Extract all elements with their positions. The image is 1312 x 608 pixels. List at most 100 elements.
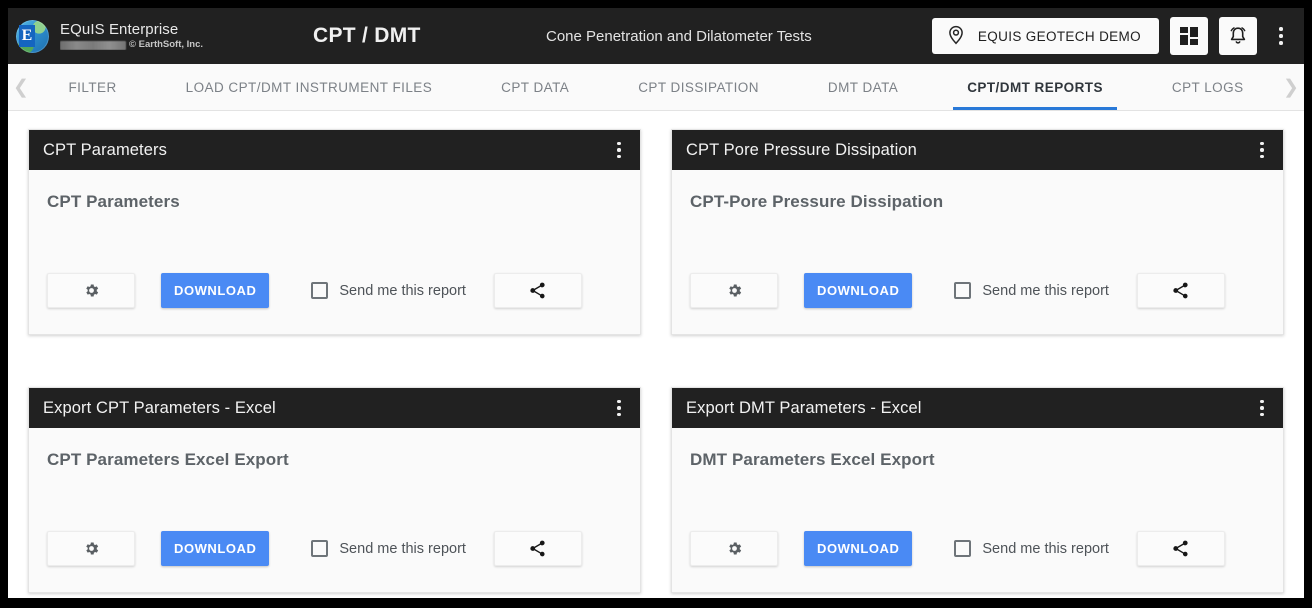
report-name: CPT Parameters Excel Export bbox=[47, 450, 622, 470]
kebab-dot bbox=[1260, 406, 1264, 410]
card-overflow-menu-button[interactable] bbox=[607, 135, 631, 165]
gear-icon bbox=[83, 282, 100, 299]
share-button[interactable] bbox=[1137, 531, 1225, 566]
tab-bar: ❮ FILTER LOAD CPT/DMT INSTRUMENT FILES C… bbox=[8, 64, 1304, 111]
download-button[interactable]: DOWNLOAD bbox=[161, 273, 269, 308]
kebab-dot bbox=[1260, 155, 1264, 159]
card-overflow-menu-button[interactable] bbox=[1250, 393, 1274, 423]
send-me-report-label: Send me this report bbox=[339, 541, 466, 557]
report-settings-button[interactable] bbox=[47, 531, 135, 566]
card-actions: DOWNLOAD Send me this report bbox=[47, 531, 622, 566]
tab-cpt-dissipation[interactable]: CPT DISSIPATION bbox=[624, 64, 773, 110]
top-bar-overflow-menu-button[interactable] bbox=[1268, 17, 1294, 55]
report-name: DMT Parameters Excel Export bbox=[690, 450, 1265, 470]
kebab-dot bbox=[1260, 413, 1264, 417]
brand-text: EQuIS Enterprise © EarthSoft, Inc. bbox=[60, 22, 203, 51]
location-pin-icon bbox=[945, 24, 967, 48]
facility-name: EQUIS GEOTECH DEMO bbox=[978, 29, 1141, 44]
top-bar-actions: EQUIS GEOTECH DEMO bbox=[932, 17, 1294, 55]
report-settings-button[interactable] bbox=[690, 273, 778, 308]
share-icon bbox=[528, 281, 547, 300]
send-me-report-checkbox[interactable] bbox=[954, 540, 971, 557]
gear-icon bbox=[726, 282, 743, 299]
report-name: CPT-Pore Pressure Dissipation bbox=[690, 192, 1265, 212]
report-settings-button[interactable] bbox=[47, 273, 135, 308]
send-me-report-checkbox[interactable] bbox=[954, 282, 971, 299]
report-name: CPT Parameters bbox=[47, 192, 622, 212]
redacted-version-text bbox=[60, 41, 126, 50]
card-title: CPT Pore Pressure Dissipation bbox=[686, 141, 917, 160]
card-body: CPT Parameters Excel Export DOWNLOAD bbox=[29, 428, 640, 592]
card-overflow-menu-button[interactable] bbox=[1250, 135, 1274, 165]
kebab-menu-icon bbox=[1279, 27, 1283, 31]
card-overflow-menu-button[interactable] bbox=[607, 393, 631, 423]
card-header: CPT Parameters bbox=[29, 130, 640, 170]
kebab-dot bbox=[617, 413, 621, 417]
share-button[interactable] bbox=[494, 273, 582, 308]
send-me-report-checkbox[interactable] bbox=[311, 282, 328, 299]
report-settings-button[interactable] bbox=[690, 531, 778, 566]
share-icon bbox=[528, 539, 547, 558]
share-icon bbox=[1171, 281, 1190, 300]
kebab-dot bbox=[1279, 41, 1283, 45]
card-header: CPT Pore Pressure Dissipation bbox=[672, 130, 1283, 170]
card-title: CPT Parameters bbox=[43, 141, 167, 160]
download-button[interactable]: DOWNLOAD bbox=[161, 531, 269, 566]
facility-selector-button[interactable]: EQUIS GEOTECH DEMO bbox=[932, 18, 1159, 54]
kebab-dot bbox=[617, 155, 621, 159]
card-body: DMT Parameters Excel Export DOWNLOAD bbox=[672, 428, 1283, 592]
card-title: Export CPT Parameters - Excel bbox=[43, 399, 276, 418]
card-body: CPT Parameters DOWNLOAD Se bbox=[29, 170, 640, 334]
kebab-dot bbox=[617, 406, 621, 410]
bell-icon bbox=[1227, 25, 1249, 47]
globe-e-logo-icon bbox=[16, 20, 49, 53]
tab-list: FILTER LOAD CPT/DMT INSTRUMENT FILES CPT… bbox=[34, 64, 1278, 110]
send-me-report-checkbox-row[interactable]: Send me this report bbox=[954, 540, 1109, 557]
page-subtitle: Cone Penetration and Dilatometer Tests bbox=[546, 28, 812, 45]
tab-dmt-data[interactable]: DMT DATA bbox=[814, 64, 912, 110]
share-button[interactable] bbox=[494, 531, 582, 566]
send-me-report-checkbox-row[interactable]: Send me this report bbox=[311, 282, 466, 299]
report-card: CPT Parameters CPT Parameters bbox=[28, 129, 641, 335]
send-me-report-checkbox[interactable] bbox=[311, 540, 328, 557]
tab-cpt-data[interactable]: CPT DATA bbox=[487, 64, 583, 110]
card-title: Export DMT Parameters - Excel bbox=[686, 399, 922, 418]
notifications-button[interactable] bbox=[1219, 17, 1257, 55]
dashboard-grid-button[interactable] bbox=[1170, 17, 1208, 55]
card-actions: DOWNLOAD Send me this report bbox=[690, 531, 1265, 566]
report-card: CPT Pore Pressure Dissipation CPT-Pore P… bbox=[671, 129, 1284, 335]
card-header: Export DMT Parameters - Excel bbox=[672, 388, 1283, 428]
report-card: Export CPT Parameters - Excel CPT Parame… bbox=[28, 387, 641, 593]
application-window: EQuIS Enterprise © EarthSoft, Inc. CPT /… bbox=[8, 8, 1304, 598]
chevron-right-icon[interactable]: ❯ bbox=[1278, 64, 1304, 110]
brand-copyright: © EarthSoft, Inc. bbox=[129, 40, 203, 50]
brand-copyright-line: © EarthSoft, Inc. bbox=[60, 40, 203, 50]
card-actions: DOWNLOAD Send me this report bbox=[47, 273, 622, 308]
kebab-menu-icon bbox=[1260, 142, 1264, 146]
share-button[interactable] bbox=[1137, 273, 1225, 308]
download-button[interactable]: DOWNLOAD bbox=[804, 273, 912, 308]
tab-cpt-dmt-reports[interactable]: CPT/DMT REPORTS bbox=[953, 64, 1117, 110]
card-body: CPT-Pore Pressure Dissipation DOWNLOAD bbox=[672, 170, 1283, 334]
kebab-menu-icon bbox=[617, 142, 621, 146]
download-button[interactable]: DOWNLOAD bbox=[804, 531, 912, 566]
brand-block: EQuIS Enterprise © EarthSoft, Inc. bbox=[16, 20, 276, 53]
card-actions: DOWNLOAD Send me this report bbox=[690, 273, 1265, 308]
tab-cpt-logs[interactable]: CPT LOGS bbox=[1158, 64, 1258, 110]
send-me-report-checkbox-row[interactable]: Send me this report bbox=[954, 282, 1109, 299]
brand-title: EQuIS Enterprise bbox=[60, 22, 203, 38]
send-me-report-checkbox-row[interactable]: Send me this report bbox=[311, 540, 466, 557]
kebab-dot bbox=[1260, 148, 1264, 152]
tab-load-cpt-dmt-instrument-files[interactable]: LOAD CPT/DMT INSTRUMENT FILES bbox=[172, 64, 447, 110]
report-card: Export DMT Parameters - Excel DMT Parame… bbox=[671, 387, 1284, 593]
gear-icon bbox=[83, 540, 100, 557]
top-app-bar: EQuIS Enterprise © EarthSoft, Inc. CPT /… bbox=[8, 8, 1304, 64]
kebab-dot bbox=[617, 148, 621, 152]
page-title: CPT / DMT bbox=[313, 24, 421, 48]
tab-filter[interactable]: FILTER bbox=[54, 64, 130, 110]
send-me-report-label: Send me this report bbox=[982, 283, 1109, 299]
kebab-dot bbox=[1279, 34, 1283, 38]
send-me-report-label: Send me this report bbox=[982, 541, 1109, 557]
chevron-left-icon[interactable]: ❮ bbox=[8, 64, 34, 110]
share-icon bbox=[1171, 539, 1190, 558]
